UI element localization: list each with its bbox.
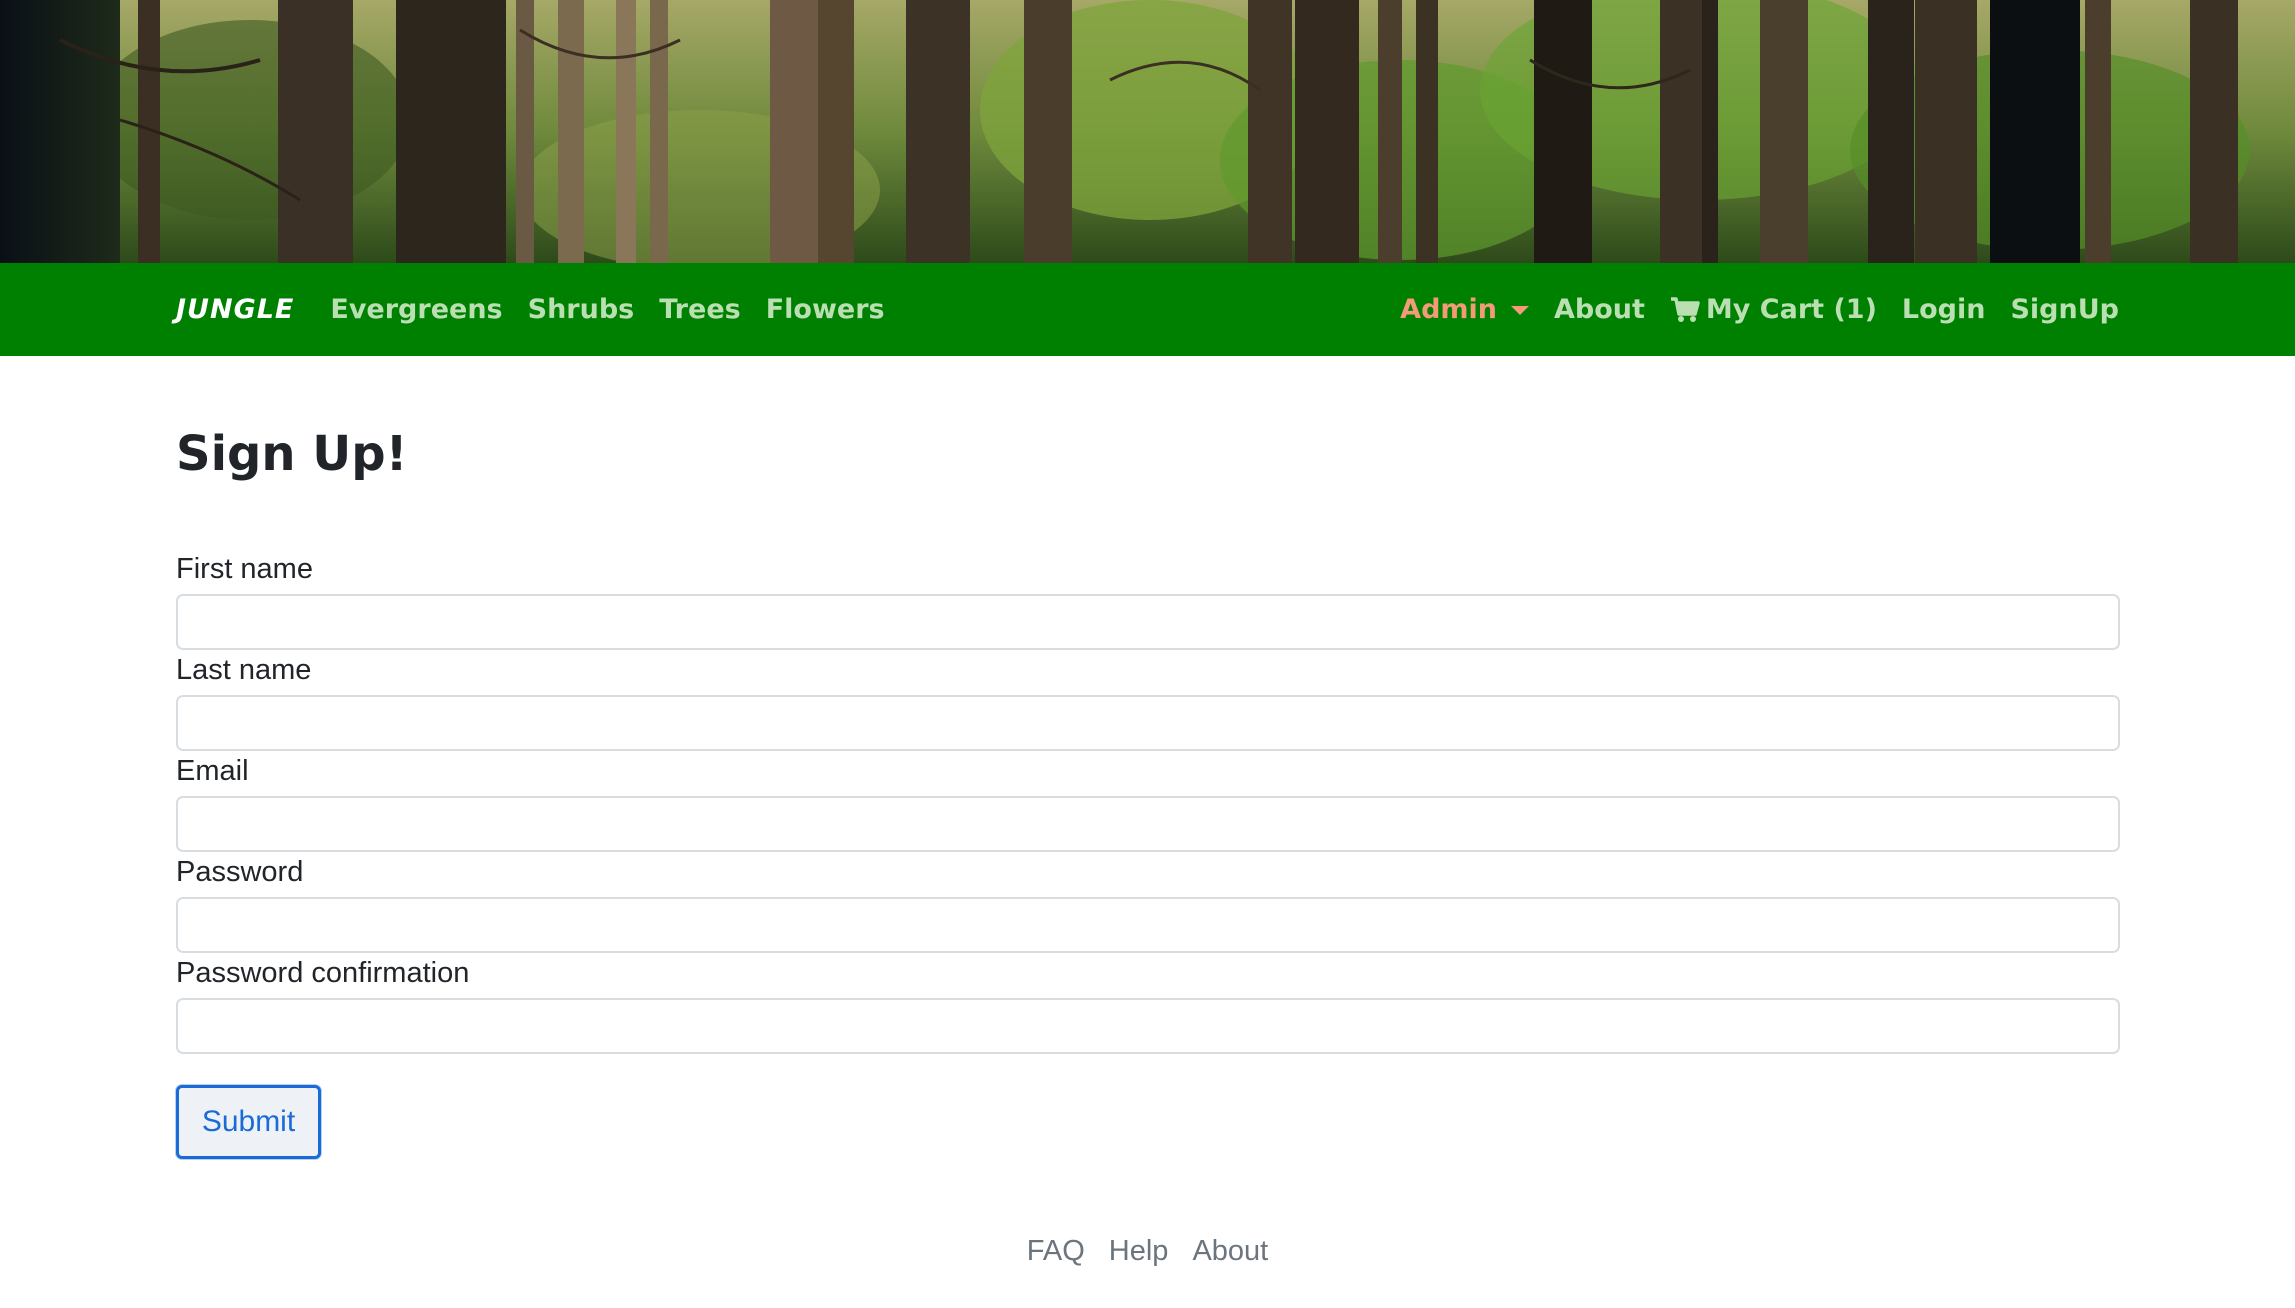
nav-link-about[interactable]: About [1554,294,1645,325]
nav-link-trees[interactable]: Trees [659,294,740,325]
nav-link-evergreens[interactable]: Evergreens [330,294,502,325]
shopping-cart-icon [1670,296,1700,323]
password-confirmation-field[interactable] [176,998,2120,1054]
navbar-right: Admin About My Cart (1) Login SignUp [1400,294,2119,325]
footer-link-faq[interactable]: FAQ [1027,1235,1085,1268]
submit-button[interactable]: Submit [176,1085,321,1159]
hero-banner [0,0,2295,263]
nav-link-login[interactable]: Login [1902,294,1986,325]
first-name-label: First name [176,553,313,585]
footer-link-about[interactable]: About [1192,1235,1268,1268]
nav-link-shrubs[interactable]: Shrubs [528,294,635,325]
nav-link-signup[interactable]: SignUp [2010,294,2119,325]
password-field[interactable] [176,897,2120,953]
caret-down-icon [1511,306,1530,315]
admin-dropdown-label: Admin [1400,294,1498,325]
password-confirmation-label: Password confirmation [176,957,470,989]
email-label: Email [176,755,249,787]
navbar-left: JUNGLE Evergreens Shrubs Trees Flowers [176,294,910,325]
password-label: Password [176,856,304,888]
cart-label: My Cart (1) [1705,294,1877,325]
last-name-label: Last name [176,654,312,686]
main-navbar: JUNGLE Evergreens Shrubs Trees Flowers A… [0,263,2295,356]
forest-image [0,0,2295,263]
page-footer: FAQ Help About [0,1235,2295,1268]
nav-link-my-cart[interactable]: My Cart (1) [1670,294,1877,325]
nav-link-flowers[interactable]: Flowers [766,294,885,325]
last-name-field[interactable] [176,695,2120,751]
email-field[interactable] [176,796,2120,852]
footer-link-help[interactable]: Help [1109,1235,1169,1268]
admin-dropdown-toggle[interactable]: Admin [1400,294,1530,325]
first-name-field[interactable] [176,594,2120,650]
page-title: Sign Up! [176,426,408,482]
navbar-container: JUNGLE Evergreens Shrubs Trees Flowers A… [176,263,2119,356]
brand-logo-link[interactable]: JUNGLE [176,294,294,325]
